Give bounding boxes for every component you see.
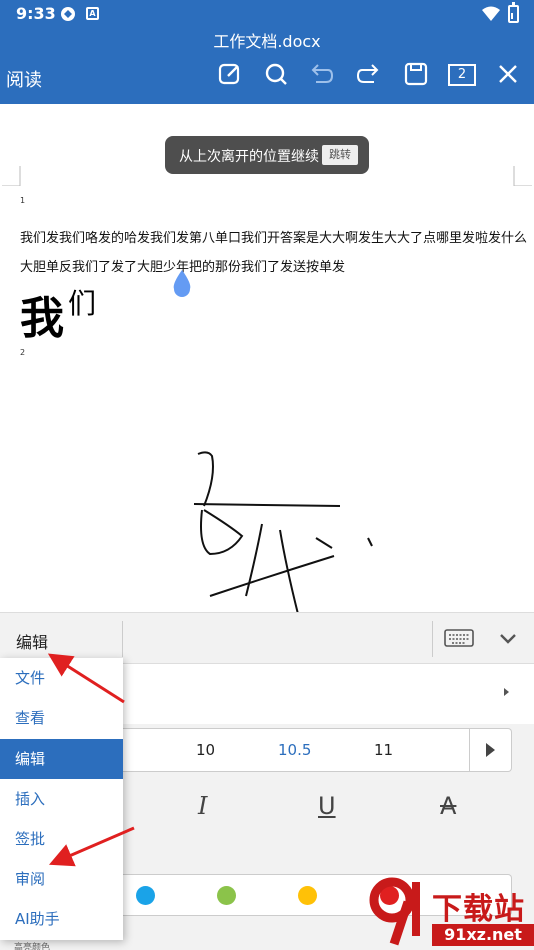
status-bar: 9:33 A [0, 0, 534, 28]
next-sizes-button[interactable] [469, 729, 511, 771]
menu-item-view[interactable]: 查看 [0, 698, 123, 738]
watermark-title: 下载站 [432, 892, 525, 927]
menu-item-ai-assistant[interactable]: AI助手 [0, 899, 123, 939]
italic-button[interactable]: I [198, 792, 207, 820]
font-size-option-selected[interactable]: 10.5 [278, 741, 311, 759]
page-number: 2 [20, 348, 26, 357]
strikethrough-button[interactable]: A [440, 792, 456, 820]
menu-item-edit[interactable]: 编辑 [0, 739, 123, 779]
redo-icon[interactable] [354, 60, 382, 88]
font-size-picker[interactable]: 10 10.5 11 [122, 728, 512, 772]
panel-tab-bar: 编辑 [0, 612, 534, 664]
menu-item-file[interactable]: 文件 [0, 658, 123, 698]
text-style-row: I U A [122, 780, 534, 836]
edit-icon[interactable] [216, 60, 244, 88]
chevron-down-icon[interactable] [498, 631, 518, 647]
font-size-option[interactable]: 10 [196, 741, 215, 759]
app-root: 9:33 A 工作文档.docx 阅读 2 从上次离开的位置继续 跳转 1 我们… [0, 0, 534, 950]
battery-icon [508, 2, 519, 23]
font-size-option[interactable]: 11 [374, 741, 393, 759]
current-tab-selector[interactable]: 编辑 [16, 629, 48, 653]
large-text-character[interactable]: 们 [68, 282, 96, 322]
wifi-icon [482, 6, 500, 21]
divider [432, 621, 433, 657]
resume-position-toast: 从上次离开的位置继续 跳转 [165, 136, 369, 174]
app-notification-icon: A [86, 7, 99, 20]
page-number: 1 [20, 196, 26, 205]
tab-dropdown-menu: 文件 查看 编辑 插入 签批 审阅 AI助手 [0, 658, 123, 940]
save-icon[interactable] [402, 60, 430, 88]
large-text-character[interactable]: 我 [20, 282, 64, 346]
cursor-handle-icon[interactable] [172, 270, 192, 298]
color-swatch[interactable] [136, 886, 155, 905]
color-swatch[interactable] [217, 886, 236, 905]
color-swatch[interactable] [298, 886, 317, 905]
menu-item-annotate[interactable]: 签批 [0, 819, 123, 859]
undo-icon[interactable] [308, 60, 336, 88]
status-time: 9:33 [16, 4, 56, 23]
document-title: 工作文档.docx [213, 32, 321, 51]
expand-arrow-icon[interactable] [504, 688, 509, 696]
highlight-color-label: 高亮颜色 [14, 943, 51, 950]
read-mode-button[interactable]: 阅读 [6, 66, 42, 92]
sync-icon [61, 7, 75, 21]
menu-item-review[interactable]: 审阅 [0, 859, 123, 899]
jump-button[interactable]: 跳转 [322, 145, 358, 165]
menu-item-insert[interactable]: 插入 [0, 779, 123, 819]
search-icon[interactable] [262, 60, 290, 88]
divider [122, 621, 123, 657]
handwriting-sketch [193, 451, 373, 615]
keyboard-icon[interactable] [444, 629, 474, 649]
watermark-url: 91xz.net [432, 924, 534, 946]
document-text-line[interactable]: 我们发我们咯发的哈发我们发第八单口我们开答案是大大啊发生大大了点哪里发啦发什么 [20, 227, 527, 246]
toast-message: 从上次离开的位置继续 [179, 149, 319, 165]
watermark-logo-icon [369, 877, 420, 946]
close-icon[interactable] [494, 60, 522, 88]
app-header: 9:33 A 工作文档.docx 阅读 2 [0, 0, 534, 104]
page-count-button[interactable]: 2 [448, 64, 476, 86]
page-corner-mark [2, 166, 21, 186]
page-corner-mark [513, 166, 532, 186]
underline-button[interactable]: U [318, 792, 336, 820]
